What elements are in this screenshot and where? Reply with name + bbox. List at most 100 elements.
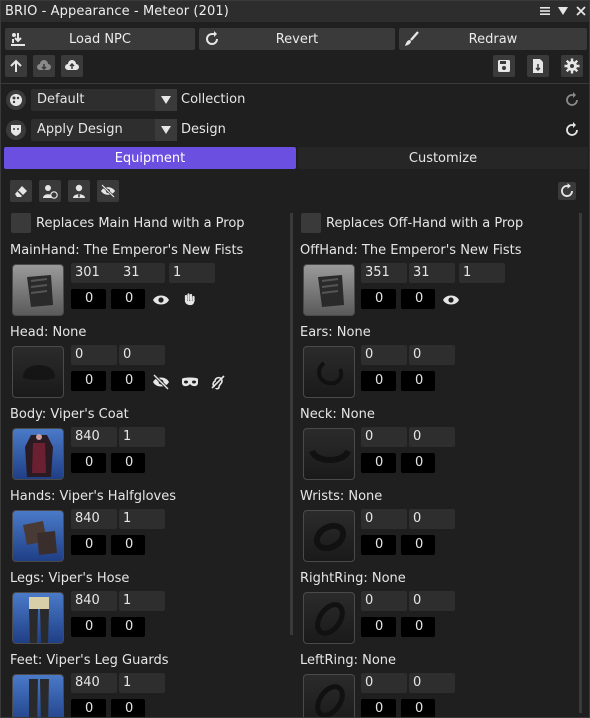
leftring-model-id[interactable]: 0 (361, 673, 407, 693)
mask-icon[interactable] (180, 372, 200, 392)
neck-dye-1[interactable]: 0 (361, 453, 396, 473)
design-dropdown[interactable]: Apply Design (31, 119, 177, 141)
leftring-variant[interactable]: 0 (409, 673, 455, 693)
close-icon[interactable] (575, 3, 587, 19)
replace-main-hand-checkbox[interactable] (11, 213, 31, 233)
chevron-down-icon[interactable] (155, 119, 177, 141)
hands-thumbnail[interactable] (12, 510, 64, 562)
hands-variant[interactable]: 1 (119, 509, 165, 529)
legs-title: Legs: Viper's Hose (10, 571, 130, 586)
mainhand-dye-1[interactable]: 0 (71, 289, 106, 309)
tab-equipment[interactable]: Equipment (4, 147, 296, 169)
ear-slash-icon[interactable] (208, 372, 228, 392)
replace-off-hand-checkbox[interactable] (301, 213, 321, 233)
eye-icon[interactable] (441, 290, 461, 310)
collection-dropdown[interactable]: Default (31, 89, 177, 111)
reset-design-icon[interactable] (562, 120, 582, 140)
wrists-variant[interactable]: 0 (409, 509, 455, 529)
mainhand-thumbnail[interactable] (12, 264, 64, 316)
head-dye-1[interactable]: 0 (71, 371, 106, 391)
body-variant[interactable]: 1 (119, 427, 165, 447)
wrists-dye-1[interactable]: 0 (361, 535, 396, 555)
legs-dye-2[interactable]: 0 (111, 617, 145, 637)
title-bar[interactable]: BRIO - Appearance - Meteor (201) (1, 1, 589, 22)
legs-variant[interactable]: 1 (119, 591, 165, 611)
leftring-dye-1[interactable]: 0 (361, 699, 396, 717)
ears-thumbnail[interactable] (303, 346, 355, 398)
hand-icon[interactable] (180, 290, 200, 310)
offhand-dye-1[interactable]: 0 (361, 289, 396, 309)
load-npc-button[interactable]: Load NPC (5, 28, 195, 50)
hide-all-button[interactable] (97, 180, 119, 202)
hands-model-id[interactable]: 840 (71, 509, 117, 529)
body-thumbnail[interactable] (12, 428, 64, 480)
menu-icon[interactable] (539, 3, 551, 19)
ears-dye-2[interactable]: 0 (401, 371, 435, 391)
rightring-dye-2[interactable]: 0 (401, 617, 435, 637)
eraser-button[interactable] (10, 180, 32, 202)
wrists-dye-2[interactable]: 0 (401, 535, 435, 555)
save-button[interactable] (493, 55, 515, 77)
offhand-dye-2[interactable]: 0 (401, 289, 435, 309)
rightring-variant[interactable]: 0 (409, 591, 455, 611)
cloud-upload-button[interactable] (61, 55, 83, 77)
replace-main-hand-label: Replaces Main Hand with a Prop (36, 216, 245, 231)
wrists-thumbnail[interactable] (303, 510, 355, 562)
mainhand-dye-2[interactable]: 0 (111, 289, 145, 309)
ears-dye-1[interactable]: 0 (361, 371, 396, 391)
cloud-download-button[interactable] (33, 55, 55, 77)
feet-dye-2[interactable]: 0 (111, 699, 145, 717)
rightring-thumbnail[interactable] (303, 592, 355, 644)
feet-dye-1[interactable]: 0 (71, 699, 106, 717)
offhand-stain[interactable]: 1 (459, 263, 505, 283)
eye-icon[interactable] (151, 290, 171, 310)
legs-thumbnail[interactable] (12, 592, 64, 644)
redraw-label: Redraw (468, 31, 518, 47)
neck-dye-2[interactable]: 0 (401, 453, 435, 473)
offhand-variant[interactable]: 31 (409, 263, 455, 283)
body-dye-1[interactable]: 0 (71, 453, 106, 473)
mainhand-stain[interactable]: 1 (169, 263, 215, 283)
hands-dye-1[interactable]: 0 (71, 535, 106, 555)
neck-variant[interactable]: 0 (409, 427, 455, 447)
user-tie-button[interactable] (68, 180, 90, 202)
chevron-down-icon[interactable] (155, 89, 177, 111)
user-clock-button[interactable] (39, 180, 61, 202)
body-dye-2[interactable]: 0 (111, 453, 145, 473)
reset-equipment-icon[interactable] (557, 181, 577, 201)
ears-model-id[interactable]: 0 (361, 345, 407, 365)
reset-collection-icon[interactable] (562, 90, 582, 110)
head-variant[interactable]: 0 (119, 345, 165, 365)
leftring-dye-2[interactable]: 0 (401, 699, 435, 717)
head-model-id[interactable]: 0 (71, 345, 117, 365)
mainhand-variant[interactable]: 31 (119, 263, 165, 283)
revert-button[interactable]: Revert (199, 28, 395, 50)
rightring-dye-1[interactable]: 0 (361, 617, 396, 637)
collapse-icon[interactable] (557, 3, 569, 19)
rightring-model-id[interactable]: 0 (361, 591, 407, 611)
neck-model-id[interactable]: 0 (361, 427, 407, 447)
ears-variant[interactable]: 0 (409, 345, 455, 365)
feet-variant[interactable]: 1 (119, 673, 165, 693)
hands-dye-2[interactable]: 0 (111, 535, 145, 555)
leftring-thumbnail[interactable] (303, 674, 355, 717)
feet-thumbnail[interactable] (12, 674, 64, 717)
head-dye-2[interactable]: 0 (111, 371, 145, 391)
feet-model-id[interactable]: 840 (71, 673, 117, 693)
legs-model-id[interactable]: 840 (71, 591, 117, 611)
offhand-model-id[interactable]: 351 (361, 263, 407, 283)
settings-button[interactable] (561, 55, 583, 77)
head-title: Head: None (10, 325, 87, 340)
import-file-button[interactable] (527, 55, 549, 77)
tab-customize[interactable]: Customize (298, 147, 588, 169)
eye-slash-icon[interactable] (151, 372, 171, 392)
redraw-button[interactable]: Redraw (399, 28, 587, 50)
legs-dye-1[interactable]: 0 (71, 617, 106, 637)
offhand-thumbnail[interactable] (303, 264, 355, 316)
head-thumbnail[interactable] (12, 346, 64, 398)
upload-button[interactable] (5, 55, 27, 77)
neck-thumbnail[interactable] (303, 428, 355, 480)
wrists-model-id[interactable]: 0 (361, 509, 407, 529)
body-model-id[interactable]: 840 (71, 427, 117, 447)
scrollbar[interactable] (579, 213, 582, 713)
